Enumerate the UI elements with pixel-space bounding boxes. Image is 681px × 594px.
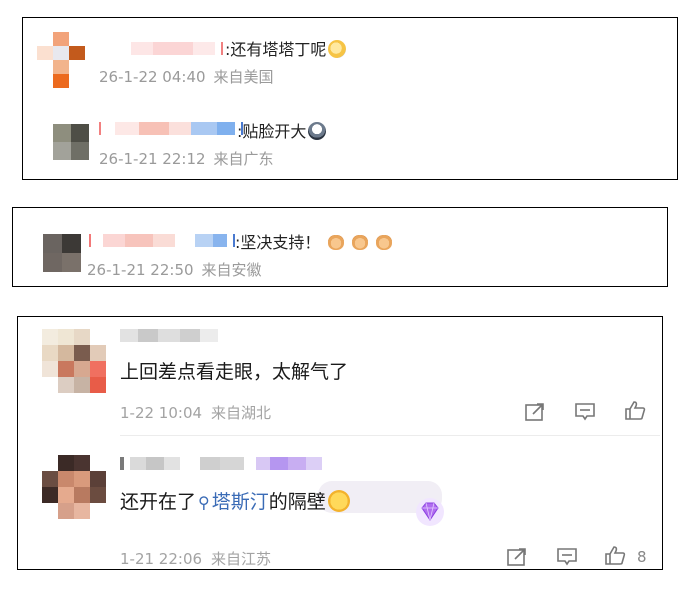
comment-date: 26-1-21 22:12 [99, 150, 206, 168]
comment-location: 来自安徽 [201, 261, 262, 279]
avatar[interactable] [42, 329, 106, 393]
comment-meta: 26-1-21 22:12 来自广东 [99, 148, 282, 169]
comment-date: 1-21 22:06 [120, 550, 203, 568]
avatar[interactable] [53, 124, 89, 160]
comment-meta: 1-21 22:06 来自江苏 [120, 548, 280, 569]
comment-location: 来自江苏 [211, 550, 272, 568]
diamond-badge-icon [412, 497, 448, 527]
reply-card-2: :坚决支持！ 26-1-21 22:50 来自安徽 [12, 207, 668, 287]
reply-card-1: :还有塔塔丁呢 26-1-22 04:40 来自美国 :贴脸开大 26-1-21 … [22, 17, 678, 180]
comment-text: :贴脸开大 [237, 118, 327, 142]
comment-location: 来自广东 [213, 150, 274, 168]
share-icon[interactable] [506, 547, 528, 567]
comment-meta: 1-22 10:04 来自湖北 [120, 402, 280, 423]
username-blurred[interactable] [99, 122, 243, 135]
like-icon[interactable] [604, 545, 626, 565]
share-icon[interactable] [524, 402, 546, 422]
fist-icon [376, 235, 393, 250]
comment-icon[interactable] [556, 547, 578, 567]
comment-text: 还开在了 ⚲ 塔斯汀的隔壁 [120, 487, 350, 514]
comment-meta: 26-1-21 22:50 来自安徽 [87, 259, 270, 280]
topic-link[interactable]: ⚲ 塔斯汀 [196, 491, 269, 513]
comment-text: :坚决支持！ [235, 229, 393, 253]
username-blurred[interactable] [131, 42, 223, 55]
laughing-tears-icon [327, 490, 350, 512]
username-blurred[interactable] [120, 457, 322, 470]
avatar[interactable] [43, 234, 81, 272]
avatar[interactable] [37, 32, 85, 88]
divider [120, 435, 660, 436]
like-icon[interactable] [624, 400, 646, 420]
comment-card-3: 上回差点看走眼，太解气了 1-22 10:04 来自湖北 还开在了 ⚲ 塔斯汀的隔壁 … [17, 316, 663, 570]
username-blurred[interactable] [89, 234, 235, 247]
fist-icon [328, 235, 345, 250]
search-icon: ⚲ [198, 493, 210, 512]
comment-text: :还有塔塔丁呢 [225, 36, 347, 60]
comment-meta: 26-1-22 04:40 来自美国 [99, 66, 282, 87]
comment-location: 来自湖北 [211, 404, 272, 422]
comment-date: 26-1-22 04:40 [99, 68, 206, 86]
comment-text: 上回差点看走眼，太解气了 [120, 361, 349, 383]
fist-icon [352, 235, 369, 250]
avatar[interactable] [42, 455, 106, 519]
username-blurred[interactable] [120, 329, 218, 342]
comment-icon[interactable] [574, 402, 596, 422]
like-count: 8 [637, 548, 647, 566]
comment-date: 1-22 10:04 [120, 404, 203, 422]
scream-face-icon [308, 122, 327, 140]
comment-location: 来自美国 [213, 68, 274, 86]
dizzy-face-icon [328, 40, 347, 58]
comment-date: 26-1-21 22:50 [87, 261, 194, 279]
